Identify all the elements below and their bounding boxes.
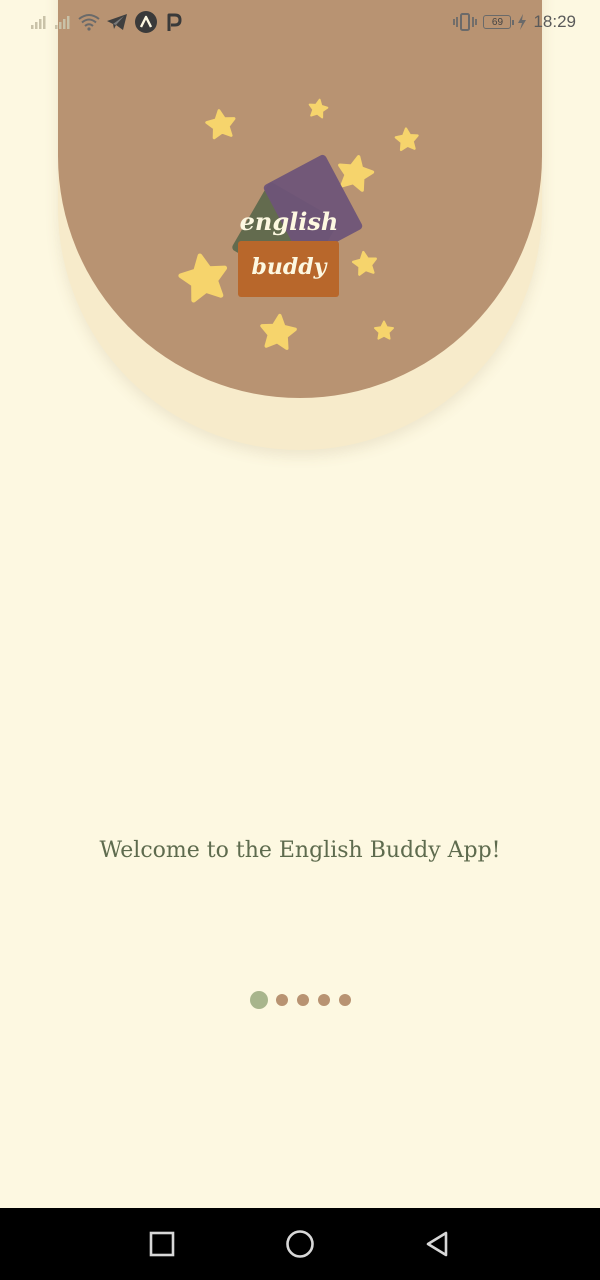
star-icon: [393, 126, 420, 152]
recents-button[interactable]: [144, 1226, 180, 1262]
signal-icon: [55, 16, 70, 29]
battery-icon: 69: [483, 15, 515, 29]
home-icon: [286, 1230, 314, 1258]
page-dot[interactable]: [317, 994, 330, 1006]
page-dot[interactable]: [296, 994, 309, 1006]
star-icon: [203, 107, 238, 140]
star-icon: [178, 252, 229, 302]
home-button[interactable]: [282, 1226, 318, 1262]
recents-icon: [149, 1231, 175, 1257]
wifi-icon: [78, 14, 100, 31]
parking-app-icon: [167, 13, 182, 31]
star-icon: [334, 151, 377, 194]
star-icon: [350, 249, 379, 277]
signal-icon: [31, 16, 46, 29]
arc-app-icon: [135, 11, 157, 33]
star-icon: [374, 320, 394, 340]
vibrate-icon: [453, 13, 478, 31]
back-icon: [426, 1231, 448, 1257]
app-logo: english buddy: [0, 97, 420, 351]
status-bar: 69 18:29: [0, 0, 600, 44]
star-icon: [306, 97, 330, 120]
welcome-message: Welcome to the English Buddy App!: [99, 838, 501, 863]
star-icon: [258, 312, 299, 351]
system-nav-bar: [0, 1208, 600, 1280]
logo-text-line1: english: [240, 207, 339, 236]
back-button[interactable]: [420, 1226, 456, 1262]
logo-text-line2: buddy: [252, 254, 329, 280]
charging-icon: [518, 14, 527, 30]
page-dot[interactable]: [275, 994, 288, 1006]
page-dot-active[interactable]: [249, 991, 268, 1009]
clock: 18:29: [533, 12, 576, 31]
telegram-icon: [107, 14, 127, 30]
page-dot[interactable]: [338, 994, 351, 1006]
page-indicator: [0, 990, 600, 1010]
battery-level: 69: [491, 16, 504, 28]
